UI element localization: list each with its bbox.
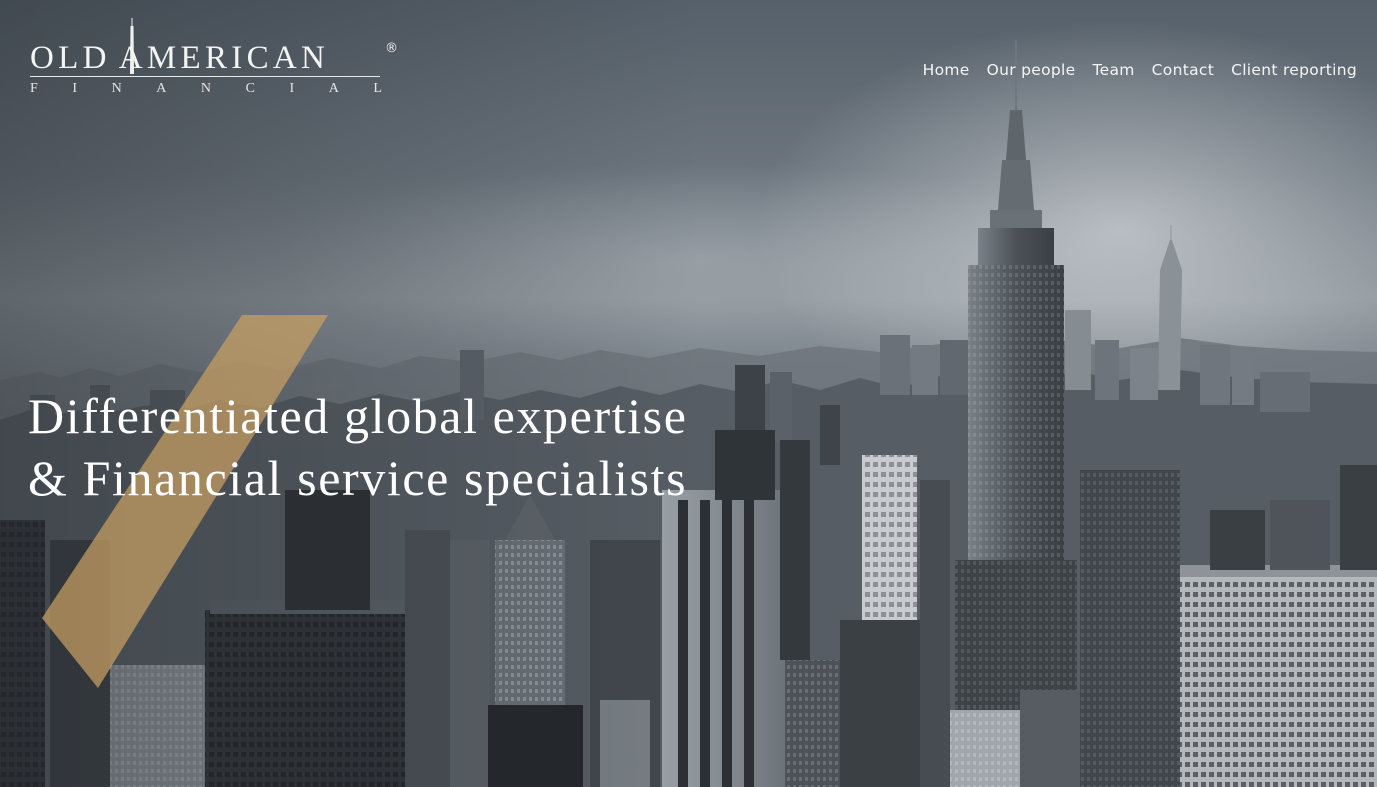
logo-subtitle: F I N A N C I A L bbox=[30, 80, 382, 98]
nav-link-home[interactable]: Home bbox=[923, 61, 970, 79]
hero-headline: Differentiated global expertise & Financ… bbox=[28, 385, 748, 509]
logo-subtitle-letter: A bbox=[328, 81, 339, 96]
nav-link-team[interactable]: Team bbox=[1093, 61, 1135, 79]
hero-headline-line-2: & Financial service specialists bbox=[28, 450, 688, 506]
logo-subtitle-letter: F bbox=[30, 81, 38, 96]
logo-subtitle-letter: A bbox=[156, 81, 167, 96]
nav-link-contact[interactable]: Contact bbox=[1152, 61, 1214, 79]
hero-section: OLD AMERICAN ® F I N A N C I A L Home Our… bbox=[0, 0, 1377, 787]
brand-logo[interactable]: OLD AMERICAN ® F I N A N C I A L bbox=[30, 18, 402, 102]
main-nav: Home Our people Team Contact Client repo… bbox=[923, 61, 1357, 79]
logo-subtitle-letter: I bbox=[72, 81, 78, 96]
logo-subtitle-letter: N bbox=[200, 81, 212, 96]
logo-subtitle-letter: N bbox=[111, 81, 122, 96]
registered-mark: ® bbox=[385, 41, 398, 56]
logo-wordmark: OLD AMERICAN bbox=[30, 40, 402, 76]
logo-divider bbox=[30, 76, 380, 77]
logo-subtitle-letter: I bbox=[289, 81, 295, 96]
logo-subtitle-letter: C bbox=[245, 81, 255, 96]
nav-link-client-reporting[interactable]: Client reporting bbox=[1231, 61, 1357, 79]
nav-link-our-people[interactable]: Our people bbox=[987, 61, 1076, 79]
hero-headline-line-1: Differentiated global expertise bbox=[28, 388, 688, 444]
logo-word-american: AMERICAN bbox=[118, 40, 330, 76]
logo-word-old: OLD bbox=[30, 40, 111, 76]
logo-subtitle-letter: L bbox=[373, 81, 382, 96]
